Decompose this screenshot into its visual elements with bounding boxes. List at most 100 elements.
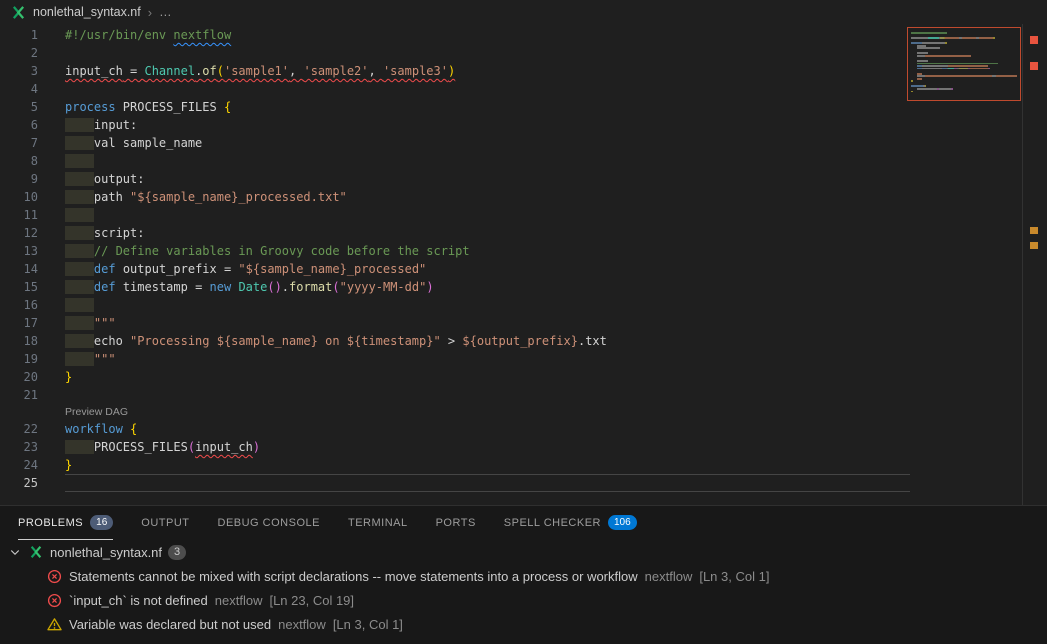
problem-location: [Ln 3, Col 1] — [699, 569, 769, 584]
problem-row[interactable]: Statements cannot be mixed with script d… — [0, 564, 1047, 588]
line-number: 16 — [0, 296, 38, 314]
problem-source: nextflow — [278, 617, 326, 632]
tab-problems[interactable]: PROBLEMS16 — [18, 506, 113, 540]
code-line[interactable]: 6 input: — [0, 116, 1047, 134]
ruler-mark-error-2 — [1030, 62, 1038, 70]
minimap[interactable] — [907, 27, 1021, 101]
line-number: 8 — [0, 152, 38, 170]
line-number: 12 — [0, 224, 38, 242]
line-number: 19 — [0, 350, 38, 368]
code-line[interactable]: 16 — [0, 296, 1047, 314]
line-content — [65, 206, 910, 224]
problems-count-badge: 3 — [168, 545, 186, 560]
line-content: process PROCESS_FILES { — [65, 98, 910, 116]
ruler-mark-warning-1 — [1030, 227, 1038, 234]
line-content: def timestamp = new Date().format("yyyy-… — [65, 278, 910, 296]
line-number: 3 — [0, 62, 38, 80]
line-number: 11 — [0, 206, 38, 224]
line-content: // Define variables in Groovy code befor… — [65, 242, 910, 260]
line-content: path "${sample_name}_processed.txt" — [65, 188, 910, 206]
line-number: 2 — [0, 44, 38, 62]
code-line[interactable]: 2 — [0, 44, 1047, 62]
problem-message: Statements cannot be mixed with script d… — [69, 569, 638, 584]
problem-source: nextflow — [645, 569, 693, 584]
code-line[interactable]: 11 — [0, 206, 1047, 224]
breadcrumb-separator-icon: › — [148, 5, 152, 20]
line-content — [65, 44, 910, 62]
line-content: } — [65, 368, 910, 386]
problems-tree: nonlethal_syntax.nf 3 Statements cannot … — [0, 540, 1047, 636]
tab-ports[interactable]: PORTS — [436, 506, 476, 540]
code-editor[interactable]: 1#!/usr/bin/env nextflow23input_ch = Cha… — [0, 24, 1047, 505]
code-line[interactable]: 21 — [0, 386, 1047, 404]
line-content — [65, 296, 910, 314]
line-number: 14 — [0, 260, 38, 278]
tab-spell-checker[interactable]: SPELL CHECKER106 — [504, 506, 637, 540]
code-line[interactable]: 25 — [0, 474, 1047, 492]
tab-debug-console[interactable]: DEBUG CONSOLE — [218, 506, 320, 540]
line-number: 5 — [0, 98, 38, 116]
line-number: 1 — [0, 26, 38, 44]
code-line[interactable]: 17 """ — [0, 314, 1047, 332]
breadcrumb-filename[interactable]: nonlethal_syntax.nf — [33, 5, 141, 19]
tab-label: OUTPUT — [141, 517, 189, 529]
code-line[interactable]: 12 script: — [0, 224, 1047, 242]
tab-terminal[interactable]: TERMINAL — [348, 506, 408, 540]
error-icon — [46, 592, 62, 608]
line-content: """ — [65, 350, 910, 368]
code-line[interactable]: 14 def output_prefix = "${sample_name}_p… — [0, 260, 1047, 278]
tab-output[interactable]: OUTPUT — [141, 506, 189, 540]
line-number: 24 — [0, 456, 38, 474]
tab-label: PROBLEMS — [18, 517, 83, 529]
line-number: 9 — [0, 170, 38, 188]
problem-message: `input_ch` is not defined — [69, 593, 208, 608]
code-line[interactable]: 9 output: — [0, 170, 1047, 188]
panel-tabs: PROBLEMS16 OUTPUT DEBUG CONSOLE TERMINAL POR… — [0, 506, 1047, 540]
problems-filename: nonlethal_syntax.nf — [50, 545, 162, 560]
code-line[interactable]: 13 // Define variables in Groovy code be… — [0, 242, 1047, 260]
code-line[interactable]: 4 — [0, 80, 1047, 98]
code-line[interactable]: 1#!/usr/bin/env nextflow — [0, 26, 1047, 44]
overview-ruler[interactable] — [1022, 24, 1047, 505]
line-content: val sample_name — [65, 134, 910, 152]
line-number: 7 — [0, 134, 38, 152]
line-number: 6 — [0, 116, 38, 134]
ruler-mark-warning-2 — [1030, 242, 1038, 249]
code-line[interactable]: 7 val sample_name — [0, 134, 1047, 152]
code-line[interactable]: 19 """ — [0, 350, 1047, 368]
code-line[interactable]: 20} — [0, 368, 1047, 386]
code-line[interactable]: 22workflow { — [0, 420, 1047, 438]
error-icon — [46, 568, 62, 584]
tab-label: PORTS — [436, 517, 476, 529]
line-number: 20 — [0, 368, 38, 386]
line-content: script: — [65, 224, 910, 242]
ruler-mark-error-1 — [1030, 36, 1038, 44]
code-line[interactable]: 24} — [0, 456, 1047, 474]
nextflow-logo-icon — [10, 4, 26, 20]
code-line[interactable]: 18 echo "Processing ${sample_name} on ${… — [0, 332, 1047, 350]
line-content — [65, 386, 910, 404]
breadcrumb-more[interactable]: … — [159, 5, 173, 19]
tab-label: SPELL CHECKER — [504, 517, 601, 529]
tab-label: DEBUG CONSOLE — [218, 517, 320, 529]
code-line[interactable]: 8 — [0, 152, 1047, 170]
problem-row[interactable]: Variable was declared but not usednextfl… — [0, 612, 1047, 636]
code-line[interactable]: 5 process PROCESS_FILES { — [0, 98, 1047, 116]
problem-row[interactable]: `input_ch` is not definednextflow[Ln 23,… — [0, 588, 1047, 612]
code-line[interactable]: 15 def timestamp = new Date().format("yy… — [0, 278, 1047, 296]
line-number: 15 — [0, 278, 38, 296]
line-content: workflow { — [65, 420, 910, 438]
line-content: def output_prefix = "${sample_name}_proc… — [65, 260, 910, 278]
line-content: } — [65, 456, 910, 474]
nextflow-file-icon — [28, 544, 44, 560]
tab-label: TERMINAL — [348, 517, 408, 529]
code-line[interactable]: 3input_ch = Channel.of('sample1', 'sampl… — [0, 62, 1047, 80]
codelens-preview-dag[interactable]: Preview DAG — [0, 404, 1047, 420]
problem-location: [Ln 23, Col 19] — [269, 593, 354, 608]
code-line[interactable]: 23 PROCESS_FILES(input_ch) — [0, 438, 1047, 456]
code-line[interactable]: 10 path "${sample_name}_processed.txt" — [0, 188, 1047, 206]
line-number: 17 — [0, 314, 38, 332]
problems-file-row[interactable]: nonlethal_syntax.nf 3 — [0, 540, 1047, 564]
chevron-down-icon[interactable] — [8, 546, 22, 558]
problems-items: Statements cannot be mixed with script d… — [0, 564, 1047, 636]
